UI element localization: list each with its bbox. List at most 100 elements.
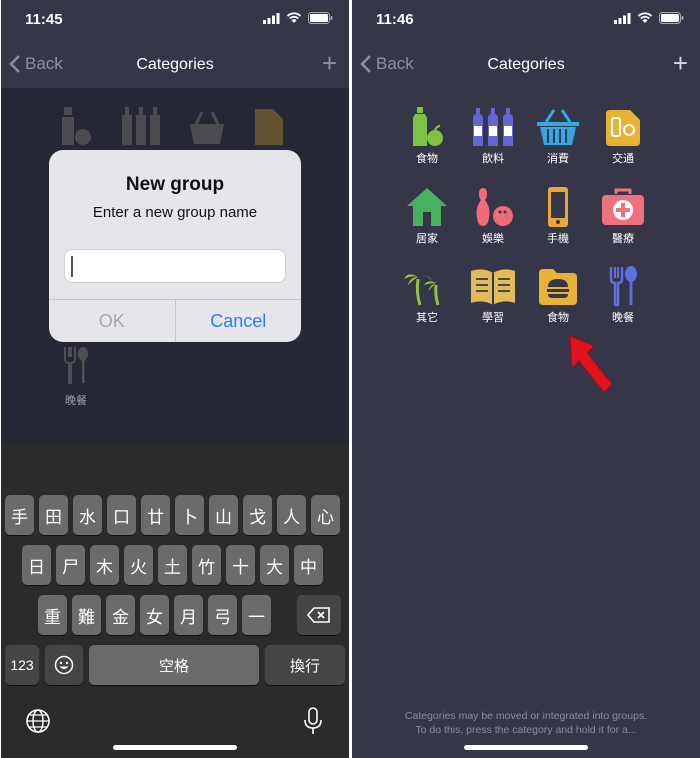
return-key[interactable]: 換行 bbox=[265, 645, 345, 685]
status-time: 11:46 bbox=[376, 11, 414, 28]
numbers-key[interactable]: 123 bbox=[5, 645, 39, 685]
key[interactable]: 一 bbox=[242, 595, 271, 635]
key[interactable]: 木 bbox=[90, 545, 119, 585]
category-label: 消費 bbox=[547, 153, 569, 165]
category-home[interactable]: 居家 bbox=[397, 186, 457, 246]
pointer-arrow-icon bbox=[569, 335, 613, 393]
key[interactable]: 金 bbox=[106, 595, 135, 635]
page-title: Categories bbox=[487, 56, 565, 73]
wifi-icon bbox=[637, 12, 653, 23]
category-label: 居家 bbox=[416, 233, 438, 245]
key[interactable]: 土 bbox=[158, 545, 187, 585]
key[interactable]: 大 bbox=[260, 545, 289, 585]
signal-icon bbox=[614, 12, 631, 24]
key[interactable]: 手 bbox=[5, 495, 34, 535]
key[interactable]: 弓 bbox=[208, 595, 237, 635]
category-other[interactable]: 其它 bbox=[397, 265, 457, 325]
signal-icon bbox=[263, 12, 280, 24]
category-phone[interactable]: 手機 bbox=[528, 186, 588, 246]
category-dinner[interactable]: 晚餐 bbox=[593, 265, 653, 325]
left-screen: 11:45 Back Categories + 晚餐 New group Ent… bbox=[1, 0, 349, 758]
cancel-button[interactable]: Cancel bbox=[176, 300, 302, 342]
category-label: 娛樂 bbox=[482, 233, 504, 245]
key[interactable]: 水 bbox=[73, 495, 102, 535]
category-transport[interactable]: 交通 bbox=[593, 106, 653, 166]
home-indicator bbox=[464, 745, 588, 750]
help-text: Categories may be moved or integrated in… bbox=[362, 709, 690, 737]
bottles-icon bbox=[473, 108, 513, 146]
palm-icon bbox=[404, 269, 448, 306]
category-label: 交通 bbox=[612, 153, 634, 165]
key[interactable]: 重 bbox=[38, 595, 67, 635]
key[interactable]: 竹 bbox=[192, 545, 221, 585]
backspace-key[interactable] bbox=[297, 595, 341, 635]
emoji-key[interactable] bbox=[45, 645, 83, 685]
help-text-line2: To do this, press the category and hold … bbox=[415, 724, 637, 736]
globe-icon[interactable] bbox=[25, 708, 51, 734]
dialog-title: New group bbox=[125, 174, 225, 195]
category-label: 醫療 bbox=[612, 233, 634, 245]
add-button[interactable]: + bbox=[322, 50, 337, 76]
battery-icon bbox=[308, 12, 333, 24]
category-food[interactable]: 食物 bbox=[397, 106, 457, 166]
add-button[interactable]: + bbox=[673, 50, 688, 76]
category-label: 晚餐 bbox=[612, 312, 634, 324]
category-label: 飲料 bbox=[482, 153, 504, 165]
bowling-icon bbox=[476, 188, 513, 226]
key[interactable]: 女 bbox=[140, 595, 169, 635]
key[interactable]: 尸 bbox=[56, 545, 85, 585]
nav-bar: Back Categories + bbox=[1, 44, 349, 88]
status-bar: 11:46 bbox=[352, 0, 700, 40]
key[interactable]: 廿 bbox=[141, 495, 170, 535]
fuel-icon bbox=[606, 110, 640, 146]
microphone-icon[interactable] bbox=[303, 706, 323, 736]
burger-folder-icon bbox=[539, 269, 577, 305]
category-label: 食物 bbox=[416, 153, 438, 165]
category-label: 其它 bbox=[416, 312, 438, 324]
category-label: 學習 bbox=[482, 312, 504, 324]
new-group-dialog: New group Enter a new group name OK Canc… bbox=[49, 150, 301, 342]
key[interactable]: 日 bbox=[22, 545, 51, 585]
bottle-apple-icon bbox=[413, 107, 443, 146]
dialog-message: Enter a new group name bbox=[92, 204, 258, 221]
medkit-icon bbox=[602, 188, 644, 225]
category-shopping[interactable]: 消費 bbox=[528, 106, 588, 166]
key[interactable]: 山 bbox=[209, 495, 238, 535]
dialog-buttons: OK Cancel bbox=[49, 299, 301, 342]
category-medical[interactable]: 醫療 bbox=[593, 186, 653, 246]
space-key[interactable]: 空格 bbox=[89, 645, 259, 685]
phone-icon bbox=[548, 187, 568, 227]
key[interactable]: 卜 bbox=[175, 495, 204, 535]
category-study[interactable]: 學習 bbox=[463, 265, 523, 325]
fork-spoon-icon bbox=[609, 266, 637, 307]
key[interactable]: 田 bbox=[39, 495, 68, 535]
key[interactable]: 人 bbox=[277, 495, 306, 535]
ok-button[interactable]: OK bbox=[49, 300, 176, 342]
text-caret bbox=[71, 256, 73, 277]
wifi-icon bbox=[286, 12, 302, 23]
status-bar: 11:45 bbox=[1, 0, 349, 40]
page-title: Categories bbox=[136, 56, 214, 73]
key[interactable]: 中 bbox=[294, 545, 323, 585]
key[interactable]: 心 bbox=[311, 495, 340, 535]
keyboard: 手 田 水 口 廿 卜 山 戈 人 心 日 尸 木 火 土 竹 十 大 中 重 … bbox=[1, 443, 349, 758]
book-icon bbox=[471, 269, 515, 305]
category-label: 食物 bbox=[547, 312, 569, 324]
category-food-group[interactable]: 食物 bbox=[528, 265, 588, 325]
right-screen: 11:46 Back Categories + 食物 飲料 消費 交通 居家 娛… bbox=[352, 0, 700, 758]
emoji-icon bbox=[54, 655, 74, 675]
key[interactable]: 月 bbox=[174, 595, 203, 635]
key[interactable]: 難 bbox=[72, 595, 101, 635]
key[interactable]: 戈 bbox=[243, 495, 272, 535]
key[interactable]: 火 bbox=[124, 545, 153, 585]
category-entertainment[interactable]: 娛樂 bbox=[463, 186, 523, 246]
category-drinks[interactable]: 飲料 bbox=[463, 106, 523, 166]
category-label: 手機 bbox=[547, 233, 569, 245]
status-time: 11:45 bbox=[25, 11, 63, 28]
battery-icon bbox=[659, 12, 684, 24]
nav-bar: Back Categories + bbox=[352, 44, 700, 88]
key[interactable]: 十 bbox=[226, 545, 255, 585]
group-name-input[interactable] bbox=[64, 249, 286, 283]
key[interactable]: 口 bbox=[107, 495, 136, 535]
house-icon bbox=[407, 188, 447, 226]
